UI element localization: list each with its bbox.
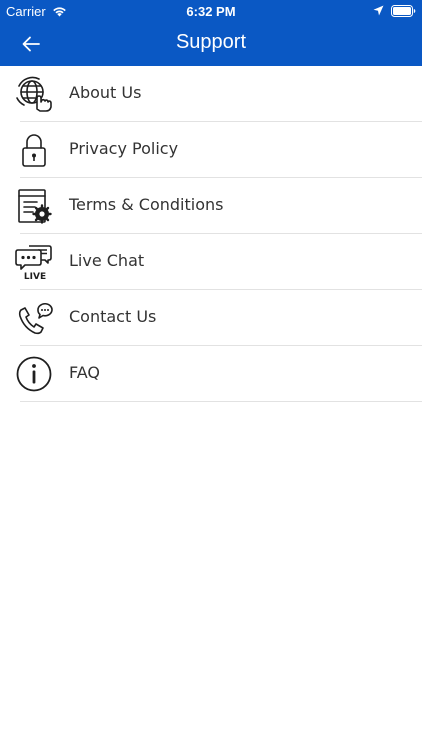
- menu-item-faq[interactable]: FAQ: [0, 346, 422, 402]
- support-menu-list: About Us Privacy Policy Terms & Conditio…: [0, 66, 422, 402]
- live-chat-icon: LIVE: [15, 245, 52, 280]
- menu-item-privacy-policy[interactable]: Privacy Policy: [0, 122, 422, 178]
- menu-item-label: FAQ: [69, 363, 100, 382]
- menu-item-label: Contact Us: [69, 307, 157, 326]
- menu-item-label: Privacy Policy: [69, 139, 179, 158]
- status-bar: Carrier 6:32 PM: [0, 0, 422, 22]
- menu-item-live-chat[interactable]: LIVE Live Chat: [0, 234, 422, 290]
- menu-item-label: Terms & Conditions: [69, 195, 224, 214]
- app-header: Carrier 6:32 PM Support: [0, 0, 422, 66]
- location-arrow-icon: [373, 5, 384, 16]
- globe-hand-icon: [16, 76, 52, 112]
- menu-item-label: About Us: [69, 83, 142, 102]
- battery-icon: [391, 5, 416, 17]
- padlock-icon: [22, 134, 46, 167]
- info-icon: [16, 356, 52, 392]
- page-title: Support: [175, 31, 247, 53]
- menu-item-about-us[interactable]: About Us: [0, 66, 422, 122]
- menu-item-terms-conditions[interactable]: Terms & Conditions: [0, 178, 422, 234]
- document-gear-icon: [18, 189, 52, 224]
- phone-chat-icon: [18, 302, 53, 335]
- clock: 6:32 PM: [186, 4, 236, 19]
- menu-item-label: Live Chat: [69, 251, 145, 270]
- nav-bar: Support: [0, 22, 422, 66]
- menu-item-contact-us[interactable]: Contact Us: [0, 290, 422, 346]
- svg-text:LIVE: LIVE: [24, 272, 46, 280]
